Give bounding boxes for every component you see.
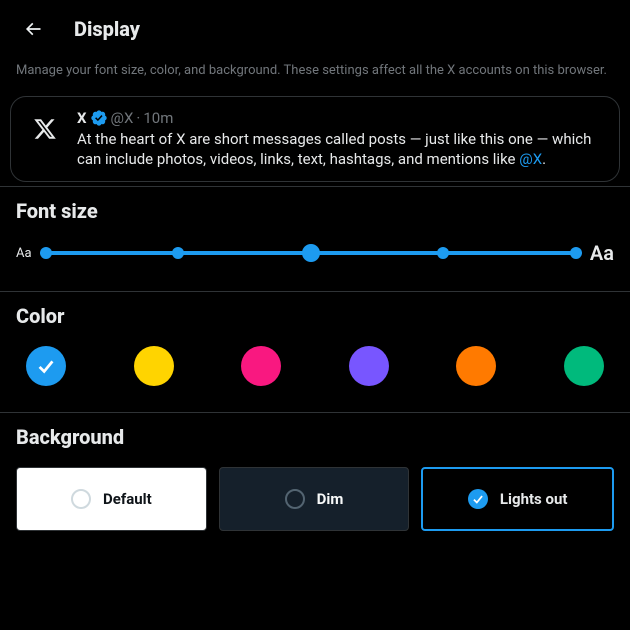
color-option-5[interactable] [564,346,604,386]
arrow-left-icon [23,19,43,39]
page-description: Manage your font size, color, and backgr… [0,50,630,96]
font-size-slider[interactable] [46,251,576,255]
radio-unchecked-icon [285,489,305,509]
color-option-4[interactable] [456,346,496,386]
color-option-0[interactable] [26,346,66,386]
color-option-1[interactable] [134,346,174,386]
background-option-default[interactable]: Default [16,467,207,531]
font-size-step-3[interactable] [437,247,449,259]
post-author-handle: @X [111,109,134,127]
post-author-name: X [77,109,87,127]
font-size-step-0[interactable] [40,247,52,259]
color-option-3[interactable] [349,346,389,386]
font-size-label-small: Aa [16,246,32,261]
color-heading: Color [16,304,614,328]
font-size-heading: Font size [16,199,614,223]
background-option-label: Dim [317,490,344,508]
post-mention[interactable]: @X [519,150,542,168]
verified-badge-icon [90,109,108,127]
background-option-label: Default [103,490,152,508]
page-title: Display [74,17,140,41]
avatar [25,109,65,149]
check-icon [35,355,57,377]
sample-post: X @X · 10m At the heart of X are short m… [10,96,620,183]
font-size-step-1[interactable] [172,247,184,259]
background-option-label: Lights out [500,490,568,508]
radio-checked-icon [468,489,488,509]
radio-unchecked-icon [71,489,91,509]
font-size-step-2[interactable] [302,244,320,262]
color-option-2[interactable] [241,346,281,386]
post-body: At the heart of X are short messages cal… [77,129,605,170]
font-size-step-4[interactable] [570,247,582,259]
background-option-dim[interactable]: Dim [219,467,410,531]
x-logo-icon [33,117,57,141]
post-time: 10m [143,109,173,127]
font-size-label-big: Aa [590,241,614,265]
background-option-lightsout[interactable]: Lights out [421,467,614,531]
back-button[interactable] [16,12,50,46]
background-heading: Background [16,425,614,449]
